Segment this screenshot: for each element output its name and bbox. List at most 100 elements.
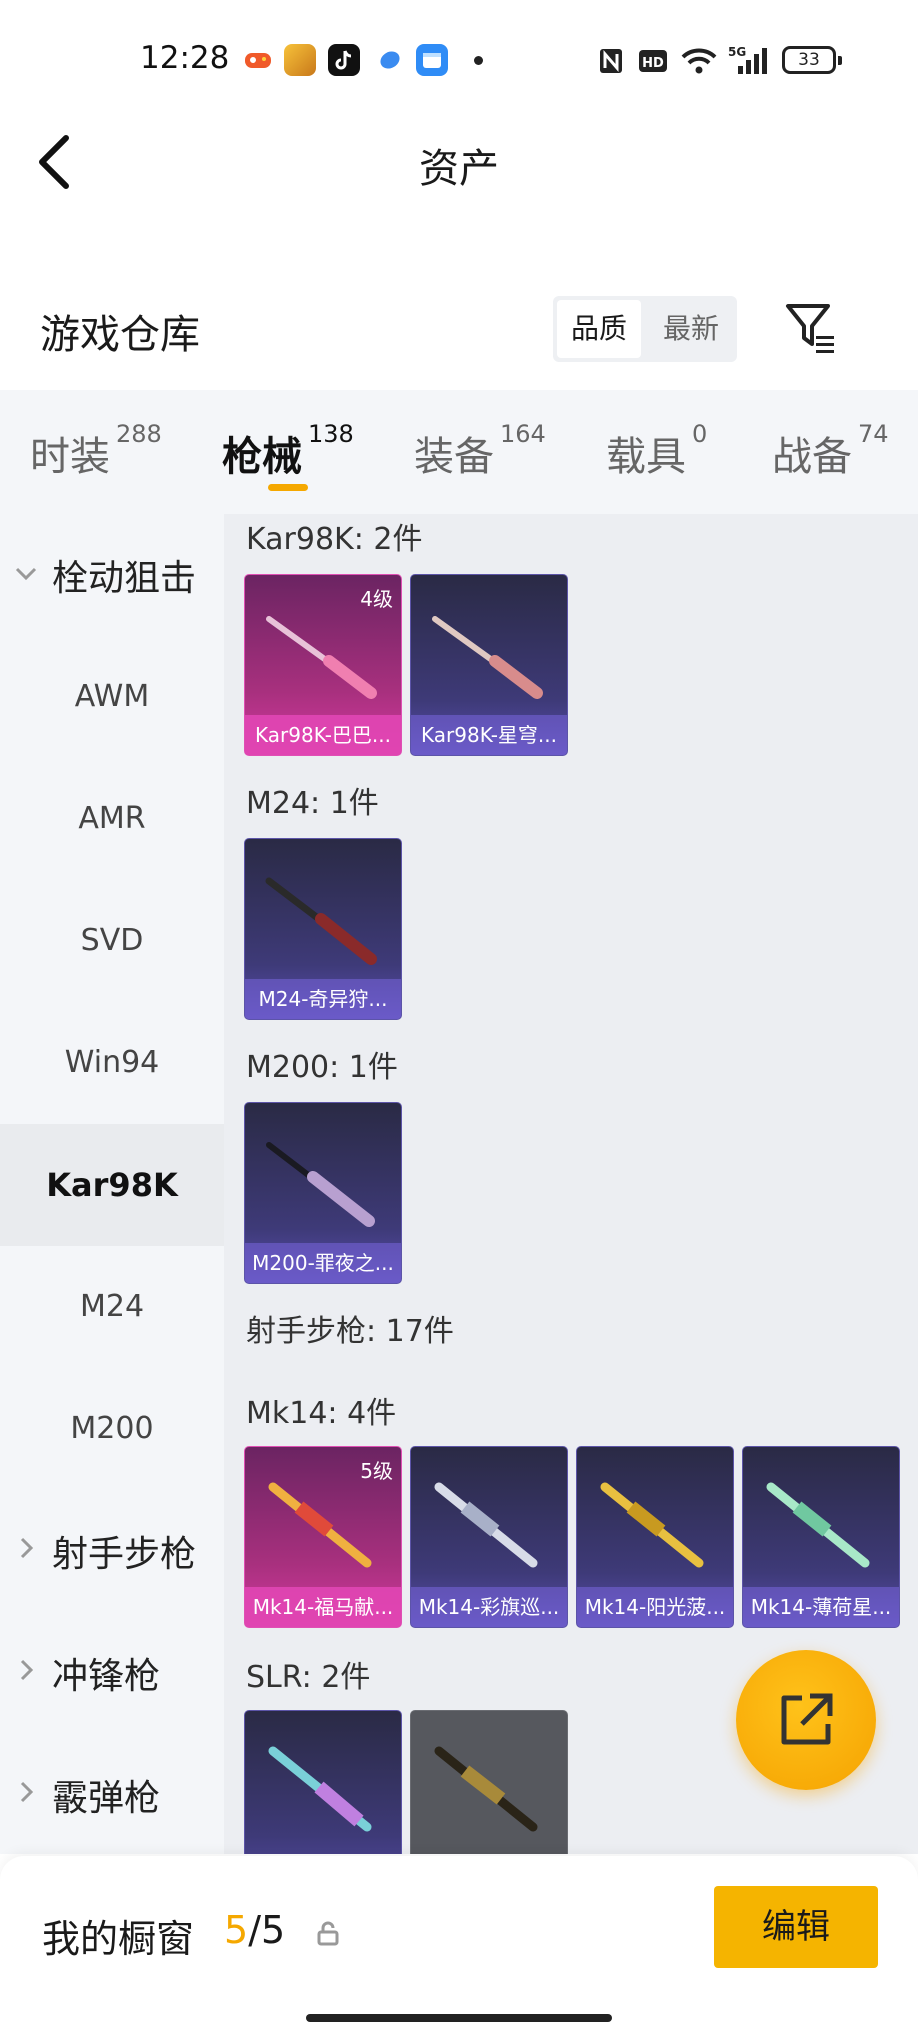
rifle-icon — [434, 1746, 538, 1832]
tab-active-indicator — [268, 484, 308, 491]
chevron-right-icon — [0, 1535, 52, 1568]
sidebar-category-bolt-sniper[interactable]: 栓动狙击 — [0, 514, 224, 636]
5g-signal-icon: 5G — [728, 44, 768, 78]
item-card-name: Kar98K-星穹... — [411, 715, 567, 755]
calendar-icon — [416, 44, 448, 76]
group-label-marksman: 射手步枪: 17件 — [246, 1314, 454, 1349]
sidebar-category-label: 冲锋枪 — [52, 1656, 161, 1697]
group-label-slr: SLR: 2件 — [246, 1660, 371, 1695]
sort-toggle: 品质 最新 — [553, 296, 737, 362]
sidebar-item-svd[interactable]: SVD — [0, 880, 224, 1002]
item-card-name: Kar98K-巴巴... — [245, 715, 401, 755]
category-tabs: 时装 288 枪械 138 装备 164 载具 0 战备 74 — [0, 390, 918, 514]
home-indicator — [306, 2014, 612, 2022]
share-icon — [781, 1693, 833, 1745]
sidebar-category-shotgun[interactable]: 霰弹枪 — [0, 1734, 224, 1854]
filter-icon[interactable] — [784, 300, 840, 356]
item-card-slr-2[interactable] — [410, 1710, 568, 1854]
item-card-name: Mk14-彩旗巡... — [411, 1587, 567, 1627]
sidebar-item-amr[interactable]: AMR — [0, 758, 224, 880]
item-card-m24-1[interactable]: M24-奇异狩... — [244, 838, 402, 1020]
edit-button[interactable]: 编辑 — [714, 1886, 878, 1968]
status-time: 12:28 — [140, 40, 230, 76]
share-fab-button[interactable] — [736, 1650, 876, 1790]
sort-newest-button[interactable]: 最新 — [649, 300, 733, 358]
warehouse-title: 游戏仓库 — [40, 312, 200, 358]
wifi-icon — [680, 44, 718, 78]
tab-label: 枪械 — [222, 434, 302, 480]
item-card-name: M24-奇异狩... — [245, 979, 401, 1019]
tab-label: 时装 — [30, 434, 110, 480]
item-card-slr-1[interactable] — [244, 1710, 402, 1854]
page-title: 资产 — [419, 146, 499, 192]
chevron-right-icon — [0, 1779, 52, 1812]
item-card-mk14-2[interactable]: Mk14-彩旗巡... — [410, 1446, 568, 1628]
item-card-kar98k-1[interactable]: 4级 Kar98K-巴巴... — [244, 574, 402, 756]
showcase-count-total: /5 — [248, 1908, 286, 1952]
tab-count: 74 — [858, 420, 889, 448]
rifle-icon — [432, 616, 543, 699]
tab-label: 战备 — [772, 434, 852, 480]
status-bar: 12:28 HD 5G 33 — [0, 0, 918, 120]
tab-weapons[interactable]: 枪械 138 — [222, 420, 354, 482]
sidebar-item-m200[interactable]: M200 — [0, 1368, 224, 1490]
level-badge: 4级 — [360, 587, 393, 611]
tab-count: 138 — [308, 420, 354, 448]
rifle-icon — [265, 877, 377, 965]
showcase-count: 5/5 — [224, 1908, 285, 1952]
tab-count: 164 — [500, 420, 546, 448]
sidebar-item-m24[interactable]: M24 — [0, 1246, 224, 1368]
hd-icon: HD — [638, 44, 668, 78]
sidebar-item-kar98k[interactable]: Kar98K — [0, 1124, 224, 1246]
rifle-icon — [266, 616, 377, 699]
svg-text:5G: 5G — [728, 45, 746, 59]
item-card-m200-1[interactable]: M200-罪夜之... — [244, 1102, 402, 1284]
rifle-icon — [268, 1746, 372, 1832]
sidebar-item-awm[interactable]: AWM — [0, 636, 224, 758]
tiktok-icon — [328, 44, 360, 76]
showcase-title: 我的橱窗 — [42, 1917, 195, 1961]
tab-fashion[interactable]: 时装 288 — [30, 420, 162, 482]
tab-supplies[interactable]: 战备 74 — [772, 420, 889, 482]
group-label-m24: M24: 1件 — [246, 786, 379, 821]
game-icon — [242, 44, 274, 76]
sidebar-category-marksman[interactable]: 射手步枪 — [0, 1490, 224, 1612]
tab-count: 0 — [692, 420, 708, 448]
sidebar-category-smg[interactable]: 冲锋枪 — [0, 1612, 224, 1734]
chevron-right-icon — [0, 1657, 52, 1690]
tab-vehicles[interactable]: 载具 0 — [606, 420, 707, 482]
gameforpeace-icon — [284, 44, 316, 76]
group-label-m200: M200: 1件 — [246, 1050, 398, 1085]
tab-count: 288 — [116, 420, 162, 448]
nfc-icon — [598, 44, 624, 78]
showcase-bar: 我的橱窗 5/5 编辑 — [0, 1856, 918, 2040]
sidebar-category-label: 霰弹枪 — [52, 1778, 161, 1819]
item-card-name: Mk14-薄荷星... — [743, 1587, 899, 1627]
item-card-mk14-3[interactable]: Mk14-阳光菠... — [576, 1446, 734, 1628]
showcase-count-used: 5 — [224, 1908, 249, 1952]
sort-quality-button[interactable]: 品质 — [557, 300, 641, 358]
group-label-mk14: Mk14: 4件 — [246, 1396, 397, 1431]
item-card-name: Mk14-阳光菠... — [577, 1587, 733, 1627]
rifle-icon — [266, 1142, 375, 1227]
rifle-icon — [434, 1482, 538, 1568]
tab-equipment[interactable]: 装备 164 — [414, 420, 546, 482]
message-icon — [374, 44, 406, 76]
sidebar-category-label: 栓动狙击 — [52, 558, 197, 599]
item-card-mk14-4[interactable]: Mk14-薄荷星... — [742, 1446, 900, 1628]
item-card-kar98k-2[interactable]: Kar98K-星穹... — [410, 574, 568, 756]
rifle-icon — [766, 1482, 870, 1568]
svg-text:HD: HD — [642, 56, 664, 71]
group-label-kar98k: Kar98K: 2件 — [246, 522, 423, 557]
lock-icon — [316, 1920, 340, 1948]
weapon-sidebar: 栓动狙击 AWM AMR SVD Win94 Kar98K M24 M200 射… — [0, 514, 224, 1854]
battery-indicator: 33 — [782, 46, 842, 74]
sidebar-category-label: 射手步枪 — [52, 1534, 197, 1575]
rifle-icon — [600, 1482, 704, 1568]
item-card-name: M200-罪夜之... — [245, 1243, 401, 1283]
item-card-mk14-1[interactable]: 5级 Mk14-福马献... — [244, 1446, 402, 1628]
item-card-name: Mk14-福马献... — [245, 1587, 401, 1627]
sidebar-item-win94[interactable]: Win94 — [0, 1002, 224, 1124]
tab-label: 装备 — [414, 434, 494, 480]
notification-dot — [474, 56, 483, 65]
